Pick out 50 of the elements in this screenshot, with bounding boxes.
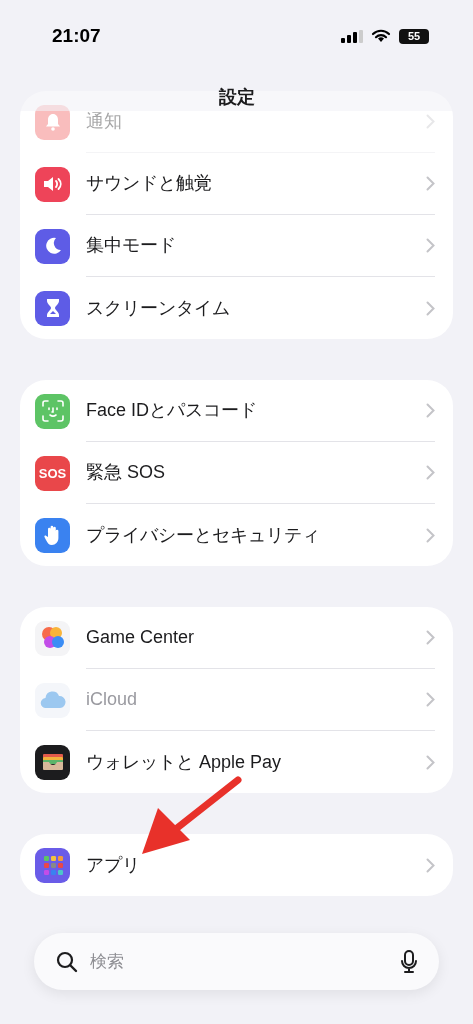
settings-row[interactable]: アプリ [20, 834, 453, 896]
row-label: サウンドと触覚 [86, 172, 213, 195]
search-input[interactable]: 検索 [90, 948, 389, 975]
speaker-icon [35, 166, 70, 202]
row-label: 通知 [86, 110, 123, 133]
wallet-icon [35, 744, 70, 780]
face-id-icon [35, 393, 70, 429]
chevron-icon [426, 238, 435, 253]
search-field[interactable]: 検索 [34, 933, 439, 990]
hand-icon [35, 517, 70, 553]
settings-row[interactable]: プライバシーとセキュリティ [20, 504, 453, 566]
chevron-icon [426, 300, 435, 316]
row-label: 集中モード [86, 234, 177, 257]
row-label: Game Center [86, 626, 196, 649]
page-title: 設定 [218, 86, 255, 109]
apps-icon [35, 847, 70, 883]
settings-row[interactable]: サウンドと触覚 [20, 153, 453, 215]
sos-icon: SOS [35, 455, 70, 491]
battery-indicator: 55 [399, 28, 429, 44]
chevron-icon [426, 857, 435, 873]
row-label: アプリ [86, 853, 141, 877]
row-label: ウォレットと Apple Pay [86, 750, 283, 774]
game-center-icon [35, 620, 70, 656]
microphone-icon [401, 949, 417, 974]
chevron-icon [426, 114, 435, 129]
settings-row[interactable]: ウォレットと Apple Pay [20, 731, 453, 793]
settings-row[interactable]: SOS 緊急 SOS [20, 442, 453, 504]
chevron-icon [426, 465, 435, 480]
chevron-icon [426, 692, 435, 707]
signal-icon [341, 29, 363, 43]
hourglass-icon [35, 290, 70, 326]
status-time: 21:07 [52, 24, 101, 48]
chevron-icon [426, 176, 435, 191]
row-label: iCloud [86, 688, 139, 711]
settings-row[interactable]: スクリーンタイム [20, 277, 453, 339]
cloud-icon [35, 682, 70, 718]
row-label: 緊急 SOS [86, 461, 166, 484]
row-label: Face IDとパスコード [86, 399, 259, 422]
chevron-icon [426, 403, 435, 418]
chevron-icon [426, 630, 435, 645]
chevron-icon [426, 754, 435, 770]
chevron-icon [426, 527, 435, 543]
row-label: スクリーンタイム [86, 296, 231, 320]
settings-row[interactable]: Game Center [20, 607, 453, 669]
wifi-icon [371, 29, 391, 44]
row-label: プライバシーとセキュリティ [86, 523, 321, 547]
settings-row[interactable]: Face IDとパスコード [20, 380, 453, 442]
settings-row[interactable]: 集中モード [20, 215, 453, 277]
moon-icon [35, 228, 70, 264]
search-icon [56, 950, 78, 973]
